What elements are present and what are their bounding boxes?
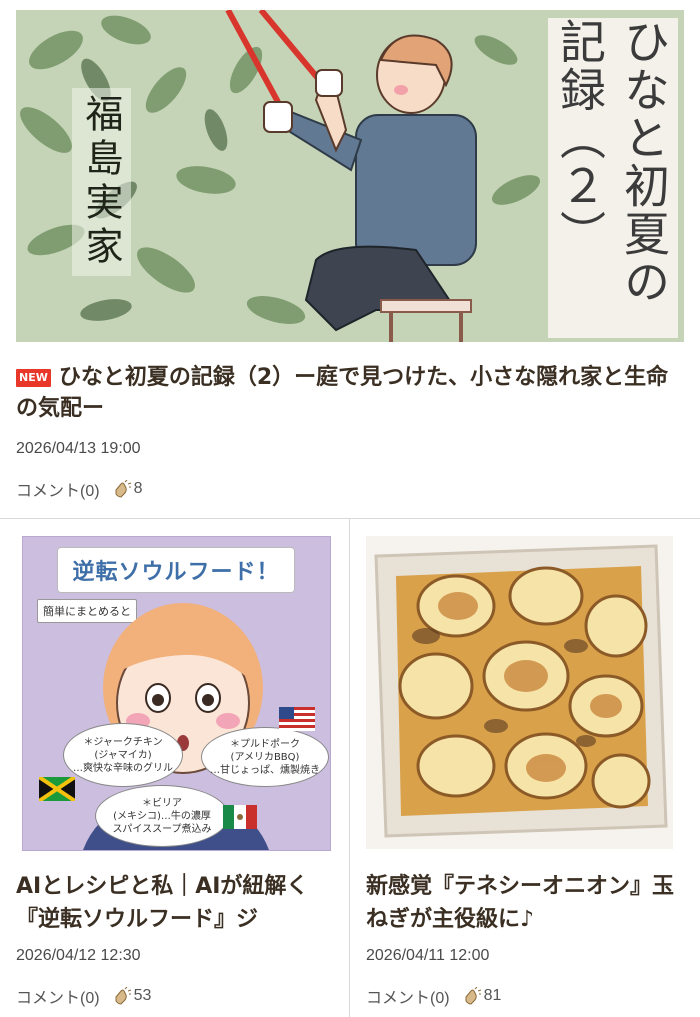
featured-title-link[interactable]: NEW ひなと初夏の記録（2）ー庭で見つけた、小さな隠れ家と生命の気配ー	[16, 362, 684, 424]
food-bubble: ＊ビリア (メキシコ)…牛の濃厚 スパイススープ煮込み	[95, 785, 229, 847]
bubble-line: ＊ビリア	[142, 797, 182, 809]
article-title-link[interactable]: AIとレシピと私｜AIが紐解く『逆転ソウルフード』ジ	[16, 870, 334, 936]
article-title-link[interactable]: 新感覚『テネシーオニオン』玉ねぎが主役級に♪	[366, 870, 684, 936]
bubble-line: ＊ジャークチキン	[83, 736, 163, 748]
clap-count: 53	[133, 987, 152, 1004]
clap-icon[interactable]	[112, 480, 132, 498]
mexico-flag-icon	[223, 805, 257, 829]
thumbnail-banner: 逆転ソウルフード！	[57, 547, 295, 593]
clap-icon[interactable]	[462, 987, 482, 1005]
article-meta: コメント(0) 53	[16, 984, 151, 1008]
jamaica-flag-icon	[39, 777, 75, 801]
featured-image-location: 福島実家	[72, 88, 131, 276]
article-thumbnail[interactable]: 逆転ソウルフード！ 簡単にまとめると ＊ジャークチキン (ジャマイカ) …爽快な…	[22, 536, 331, 851]
bubble-line: …甘じょっぱ、燻製焼き	[210, 764, 320, 776]
article-thumbnail[interactable]	[366, 536, 673, 849]
featured-article[interactable]: 福島実家 ひなと初夏の 記録（２） NEW ひなと初夏の記録（2）ー庭で見つけた、…	[0, 0, 700, 518]
article-meta: コメント(0) 81	[366, 984, 501, 1008]
food-bubble: ＊プルドポーク (アメリカBBQ) …甘じょっぱ、燻製焼き	[201, 727, 329, 787]
clap-count: 81	[483, 987, 502, 1004]
bubble-line: (アメリカBBQ)	[230, 751, 300, 763]
clap-icon[interactable]	[112, 987, 132, 1005]
tennessee-onion-photo	[366, 536, 673, 849]
food-bubble: ＊ジャークチキン (ジャマイカ) …爽快な辛味のグリル	[63, 723, 183, 787]
article-date: 2026/04/12 12:30	[16, 947, 141, 964]
usa-flag-icon	[279, 707, 315, 731]
featured-date: 2026/04/13 19:00	[16, 440, 141, 457]
bubble-line: ＊プルドポーク	[230, 738, 300, 750]
article-card[interactable]: 逆転ソウルフード！ 簡単にまとめると ＊ジャークチキン (ジャマイカ) …爽快な…	[0, 519, 349, 1017]
featured-thumbnail[interactable]: 福島実家 ひなと初夏の 記録（２）	[16, 10, 684, 342]
bubble-line: (ジャマイカ)	[94, 749, 152, 761]
comments-link[interactable]: コメント(0)	[16, 984, 100, 1008]
comments-link[interactable]: コメント(0)	[366, 984, 450, 1008]
featured-image-title-line2: 記録（２）	[553, 18, 607, 258]
bubble-line: …爽快な辛味のグリル	[73, 762, 173, 774]
bubble-line: スパイススープ煮込み	[112, 823, 212, 835]
bubble-line: (メキシコ)…牛の濃厚	[113, 810, 211, 822]
article-date: 2026/04/11 12:00	[366, 947, 490, 964]
clap-count: 8	[133, 480, 143, 497]
featured-meta: コメント(0) 8	[16, 477, 142, 501]
featured-title-text: ひなと初夏の記録（2）ー庭で見つけた、小さな隠れ家と生命の気配ー	[16, 365, 669, 421]
comments-link[interactable]: コメント(0)	[16, 477, 100, 501]
new-badge: NEW	[16, 369, 51, 387]
featured-image-title: ひなと初夏の 記録（２）	[548, 18, 678, 338]
featured-image-title-line1: ひなと初夏の	[617, 18, 671, 306]
article-card[interactable]: 新感覚『テネシーオニオン』玉ねぎが主役級に♪ 2026/04/11 12:00 …	[350, 519, 699, 1017]
